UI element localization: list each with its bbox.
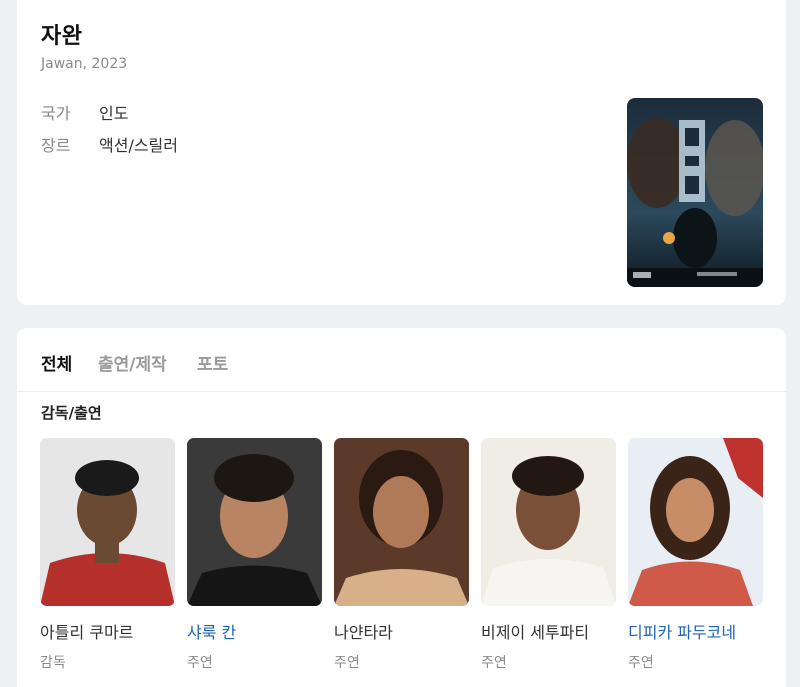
country-value: 인도 <box>99 104 129 123</box>
person-card[interactable]: 나얀타라 주연 <box>334 438 469 672</box>
tab-all[interactable]: 전체 <box>41 350 72 375</box>
person-photo[interactable] <box>334 438 469 606</box>
tab-bar: 전체 출연/제작 포토 <box>17 328 786 392</box>
person-photo[interactable] <box>628 438 763 606</box>
person-card[interactable]: 비제이 세투파티 주연 <box>481 438 616 672</box>
country-label: 국가 <box>41 104 71 123</box>
person-card[interactable]: 디피카 파두코네 주연 <box>628 438 763 672</box>
movie-info-card: 자완 Jawan, 2023 국가 인도 장르 액션/스릴러 <box>17 0 786 305</box>
person-role: 주연 <box>334 655 360 671</box>
person-role: 주연 <box>628 655 654 671</box>
tab-cast-crew[interactable]: 출연/제작 <box>98 350 167 375</box>
person-name[interactable]: 샤룩 칸 <box>187 619 322 643</box>
movie-original-title-year: Jawan, 2023 <box>41 56 128 72</box>
movie-poster[interactable] <box>627 98 763 287</box>
genre-row: 장르 액션/스릴러 <box>41 132 178 156</box>
person-role: 주연 <box>187 655 213 671</box>
person-photo[interactable] <box>481 438 616 606</box>
genre-label: 장르 <box>41 136 71 155</box>
person-photo[interactable] <box>187 438 322 606</box>
cast-crew-card: 전체 출연/제작 포토 감독/출연 아틀리 쿠마르 감독 샤룩 칸 주연 나얀타… <box>17 328 786 687</box>
person-name[interactable]: 아틀리 쿠마르 <box>40 619 175 643</box>
person-name[interactable]: 비제이 세투파티 <box>481 619 616 643</box>
genre-value: 액션/스릴러 <box>99 136 178 155</box>
movie-title: 자완 <box>41 24 83 49</box>
tab-photos[interactable]: 포토 <box>197 350 228 375</box>
person-name[interactable]: 나얀타라 <box>334 619 469 643</box>
person-name[interactable]: 디피카 파두코네 <box>628 619 763 643</box>
person-photo[interactable] <box>40 438 175 606</box>
person-card[interactable]: 아틀리 쿠마르 감독 <box>40 438 175 672</box>
person-card[interactable]: 샤룩 칸 주연 <box>187 438 322 672</box>
country-row: 국가 인도 <box>41 100 128 124</box>
person-role: 주연 <box>481 655 507 671</box>
section-title-director-cast: 감독/출연 <box>41 404 102 422</box>
person-role: 감독 <box>40 655 66 671</box>
